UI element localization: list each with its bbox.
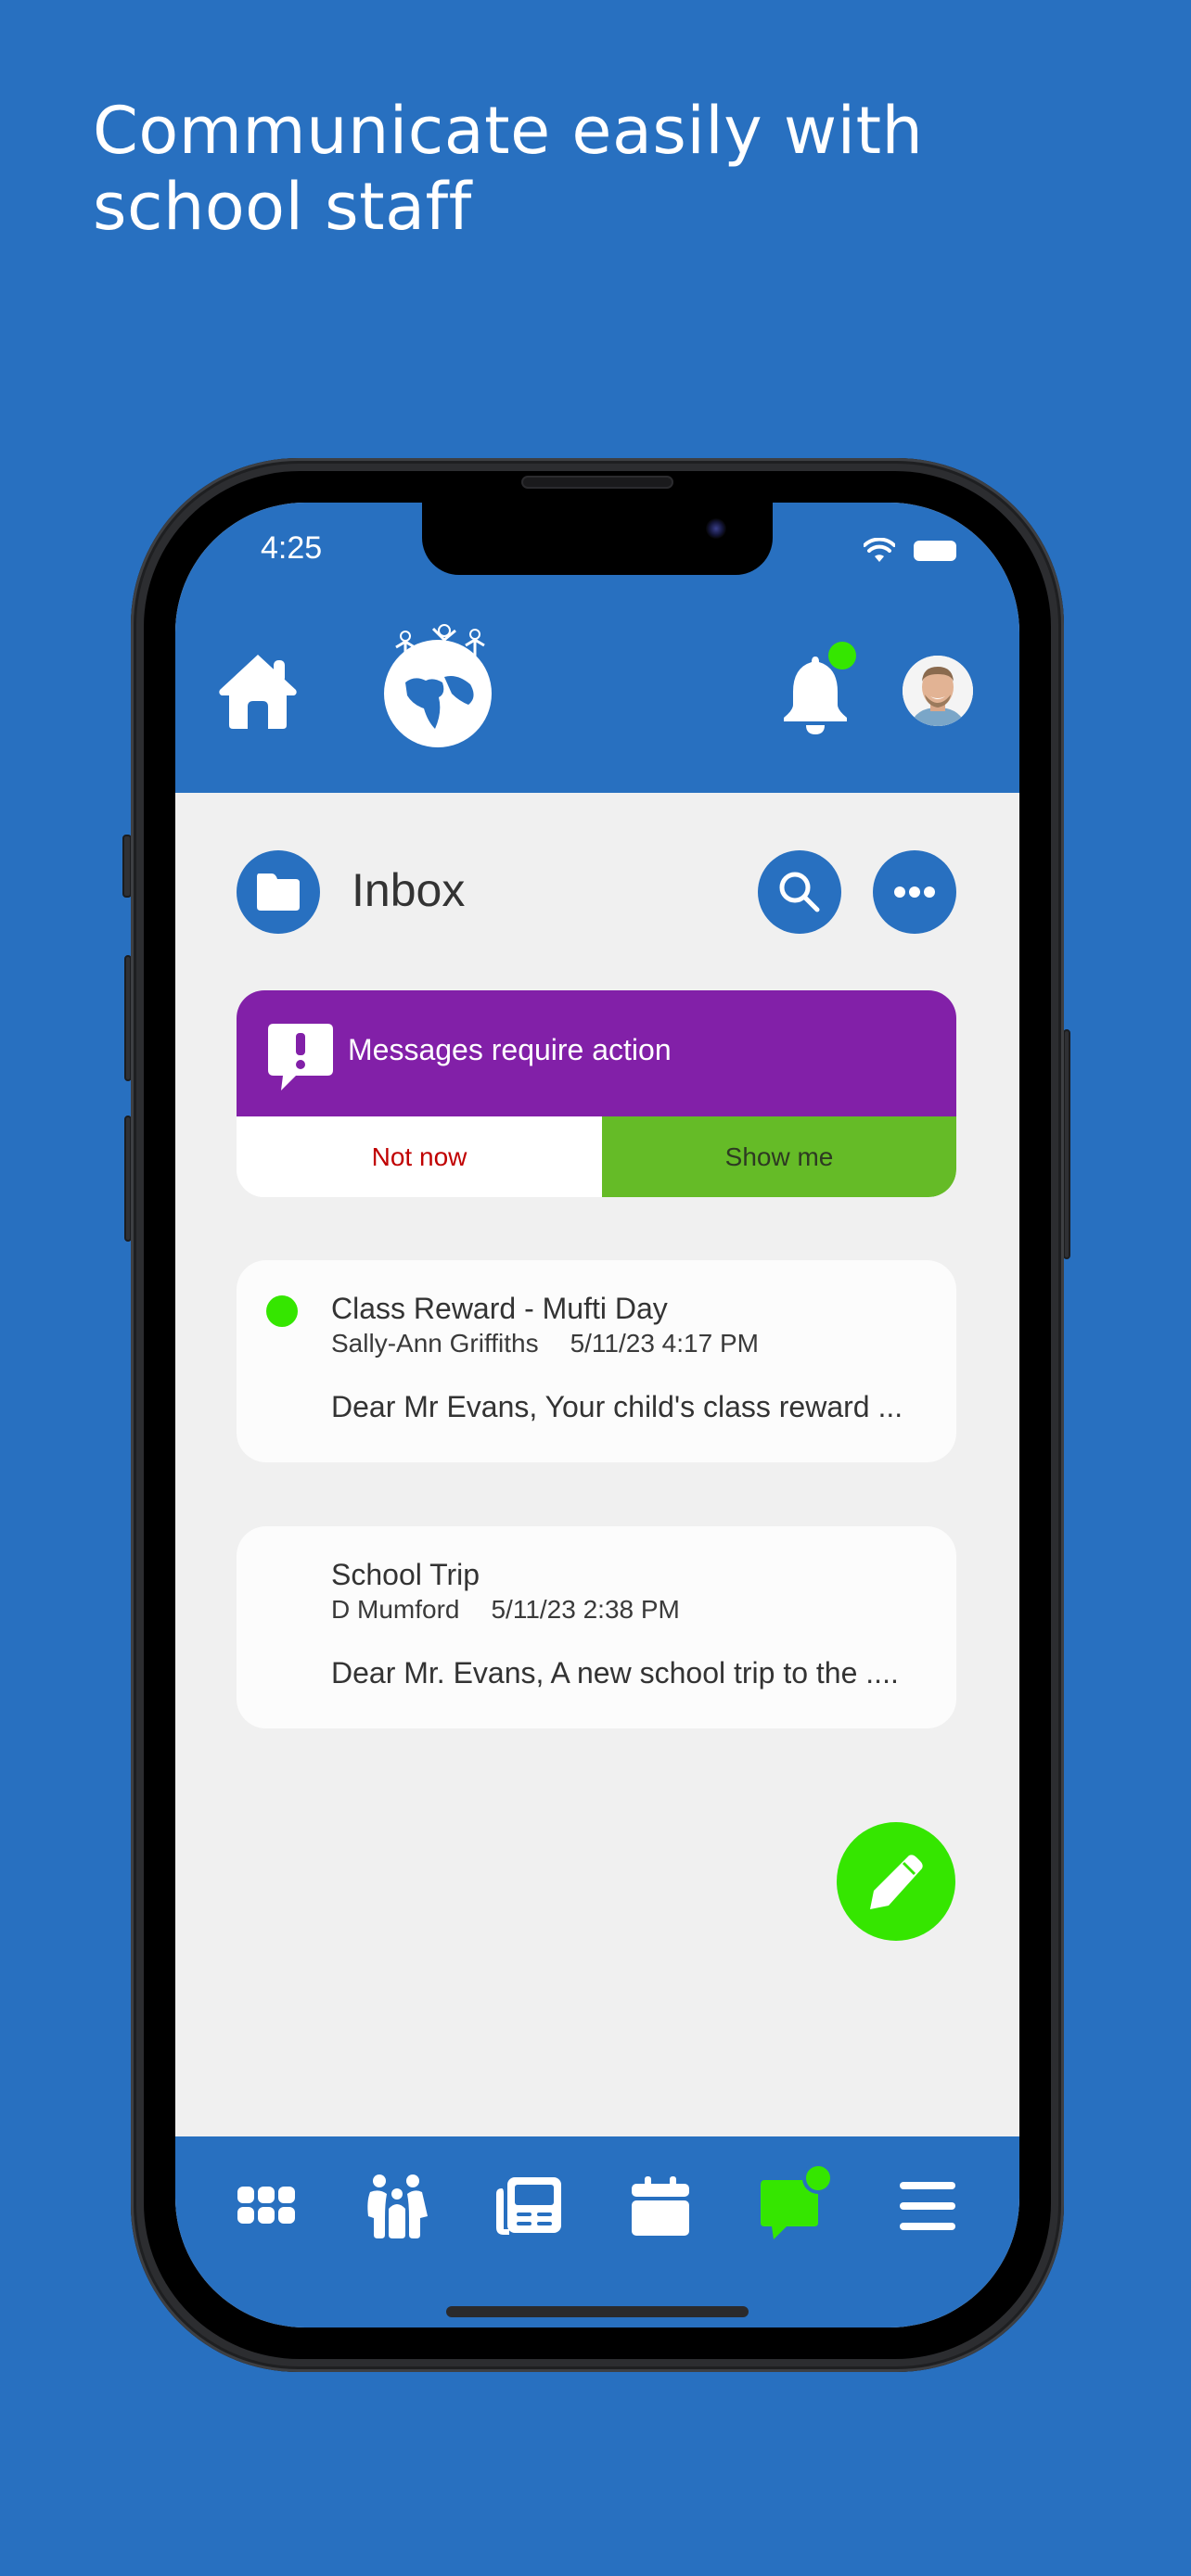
nav-item-messages[interactable] — [750, 2162, 834, 2248]
unread-indicator — [266, 1295, 298, 1327]
nav-item-menu[interactable] — [886, 2164, 969, 2248]
notification-badge — [828, 642, 856, 670]
home-icon[interactable] — [216, 651, 300, 729]
pencil-icon — [870, 1855, 923, 1909]
message-subject: Class Reward - Mufti Day — [331, 1292, 668, 1325]
message-preview: Dear Mr. Evans, A new school trip to the… — [331, 1656, 899, 1690]
show-me-button[interactable]: Show me — [602, 1116, 956, 1197]
folder-button[interactable] — [237, 850, 320, 934]
wifi-icon — [864, 538, 895, 562]
more-options-button[interactable] — [873, 850, 956, 934]
alert-message: Messages require action — [348, 1033, 672, 1066]
message-date: 5/11/23 4:17 PM — [570, 1329, 759, 1358]
phone-speaker — [521, 476, 673, 489]
message-preview: Dear Mr Evans, Your child's class reward… — [331, 1390, 903, 1423]
newspaper-icon — [496, 2177, 561, 2235]
nav-item-family[interactable] — [355, 2164, 439, 2248]
phone-power-button — [1063, 1029, 1070, 1259]
compose-button[interactable] — [837, 1822, 955, 1941]
message-list-item[interactable]: School Trip D Mumford 5/11/23 2:38 PM Dea… — [237, 1526, 956, 1728]
phone-screen: 4:25 Inbox Messages require action Not n… — [175, 503, 1019, 2327]
message-sender: D Mumford — [331, 1595, 460, 1624]
family-icon — [367, 2174, 428, 2238]
status-icons — [864, 538, 956, 564]
nav-item-calendar[interactable] — [619, 2164, 702, 2248]
nav-item-apps[interactable] — [224, 2164, 308, 2248]
grid-icon — [237, 2187, 295, 2224]
battery-icon — [914, 541, 956, 561]
calendar-icon — [632, 2176, 689, 2236]
message-meta: Sally-Ann Griffiths 5/11/23 4:17 PM — [331, 1329, 759, 1358]
search-icon — [779, 872, 820, 912]
inbox-title: Inbox — [352, 864, 466, 916]
inbox-toolbar: Inbox — [237, 850, 956, 936]
alert-banner: Messages require action — [237, 990, 956, 1116]
notch — [422, 503, 773, 575]
nav-item-news[interactable] — [487, 2164, 570, 2248]
message-alert-icon — [268, 1024, 333, 1090]
folder-icon — [257, 874, 300, 911]
message-meta: D Mumford 5/11/23 2:38 PM — [331, 1595, 680, 1625]
status-time: 4:25 — [261, 530, 323, 566]
bottom-navigation — [175, 2136, 1019, 2327]
message-sender: Sally-Ann Griffiths — [331, 1329, 539, 1358]
home-indicator[interactable] — [446, 2306, 749, 2317]
inbox-content: Inbox Messages require action Not now Sh… — [175, 793, 1019, 2137]
user-avatar[interactable] — [903, 656, 973, 726]
menu-icon — [900, 2182, 955, 2230]
front-camera — [706, 518, 726, 539]
avatar-photo — [903, 656, 973, 726]
promo-headline: Communicate easily with school staff — [93, 93, 924, 245]
messages-badge — [802, 2162, 834, 2194]
app-header: 4:25 — [175, 503, 1019, 793]
action-required-alert: Messages require action Not now Show me — [237, 990, 956, 1197]
not-now-button[interactable]: Not now — [237, 1116, 602, 1197]
alert-actions: Not now Show me — [237, 1116, 956, 1197]
message-date: 5/11/23 2:38 PM — [491, 1595, 680, 1624]
ellipsis-icon — [894, 886, 935, 898]
message-list-item[interactable]: Class Reward - Mufti Day Sally-Ann Griff… — [237, 1260, 956, 1462]
message-subject: School Trip — [331, 1558, 480, 1591]
search-button[interactable] — [758, 850, 841, 934]
school-globe-logo — [384, 624, 492, 747]
